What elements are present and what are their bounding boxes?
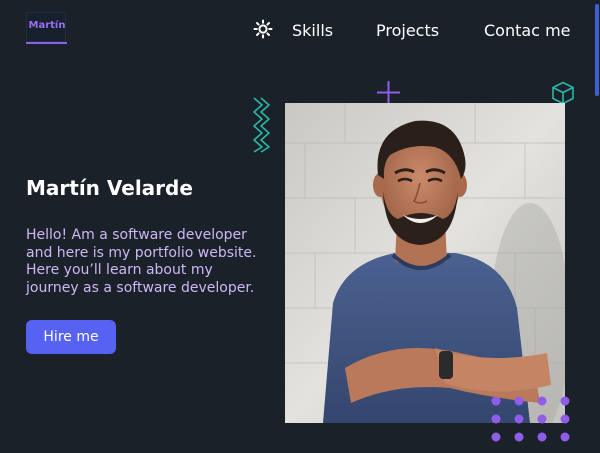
nav-projects[interactable]: Projects — [376, 21, 439, 40]
hire-me-button[interactable]: Hire me — [26, 320, 116, 354]
dot-grid-icon — [491, 396, 570, 442]
logo[interactable]: Martín — [26, 12, 66, 42]
zigzag-icon — [253, 97, 270, 153]
profile-photo — [285, 103, 565, 423]
scrollbar[interactable] — [594, 0, 600, 453]
hero-name: Martín Velarde — [26, 176, 193, 200]
logo-underline — [26, 42, 67, 44]
plus-icon — [377, 81, 400, 104]
hero-bio: Hello! Am a software developer and here … — [26, 227, 257, 296]
nav-skills[interactable]: Skills — [292, 21, 333, 40]
portfolio-page: Martín Skills Projects Contac me Martín … — [0, 0, 600, 453]
nav-contact[interactable]: Contac me — [484, 21, 571, 40]
scrollbar-thumb[interactable] — [595, 4, 599, 96]
cube-icon — [552, 81, 574, 105]
logo-text: Martín — [28, 20, 66, 31]
sun-icon[interactable] — [253, 19, 273, 39]
